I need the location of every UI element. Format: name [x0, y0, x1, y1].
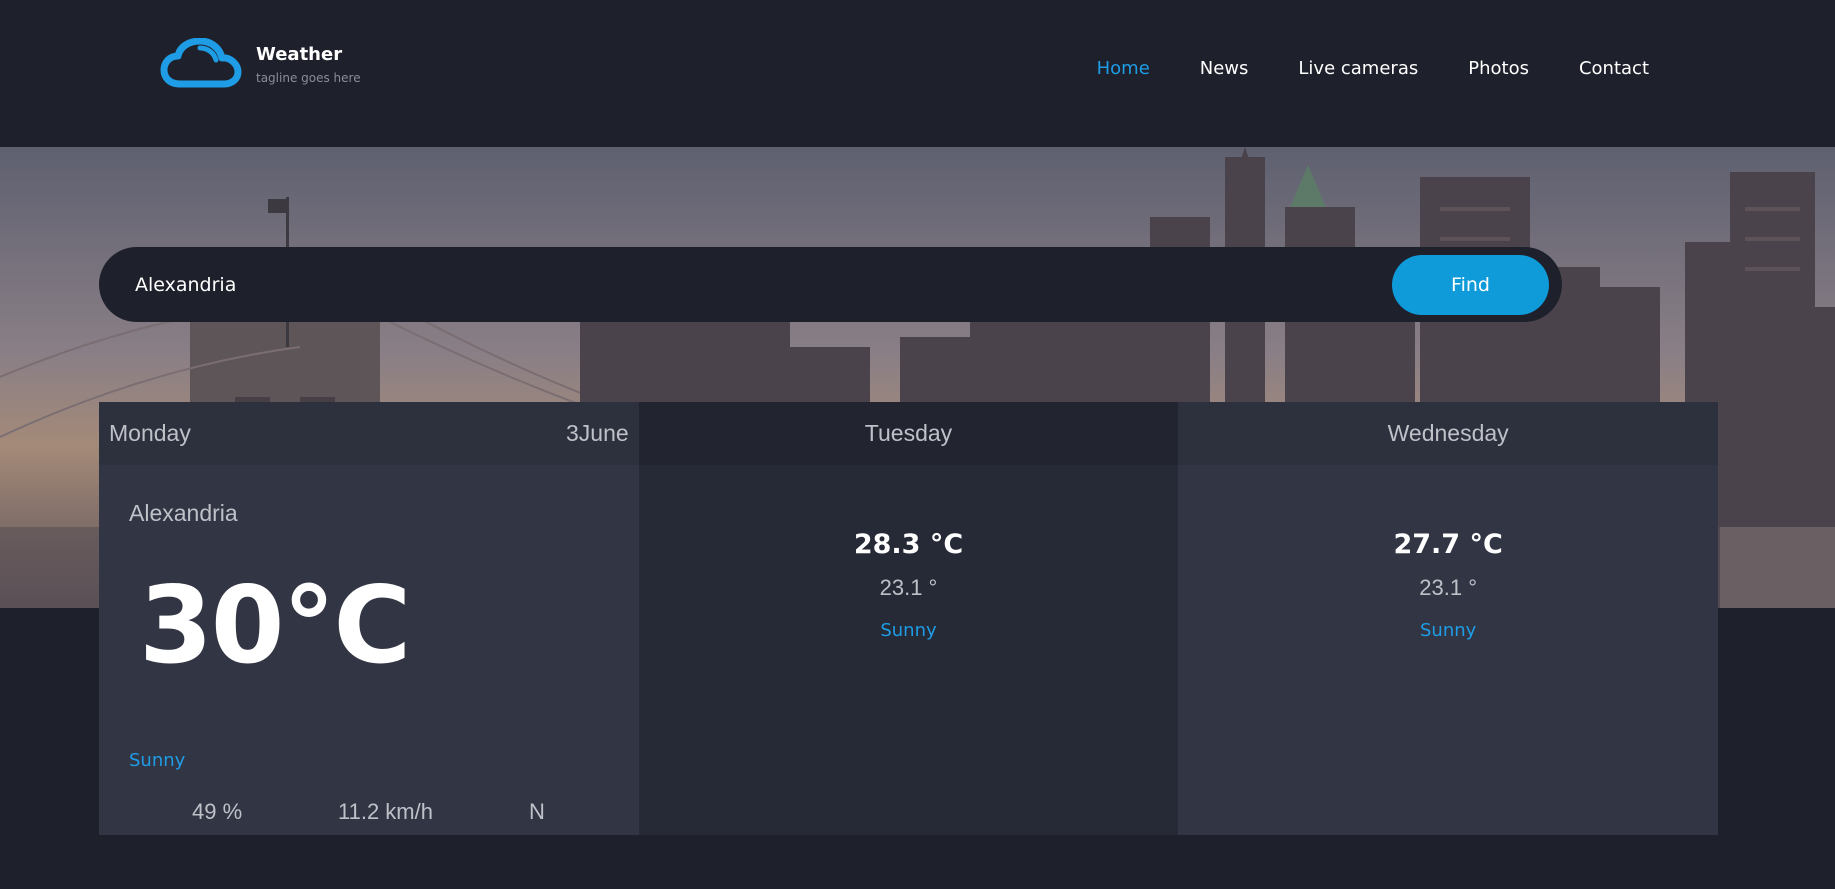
forecast-day-tuesday: Tuesday 28.3 °C 23.1 ° Sunny: [638, 402, 1179, 835]
forecast-table: Monday 3June Alexandria 30°C Sunny 49 % …: [99, 402, 1718, 835]
today-temperature: 30°C: [139, 564, 411, 687]
search-bar: Find: [99, 247, 1562, 322]
site-header: Weather tagline goes here Home News Live…: [0, 0, 1835, 147]
wind-speed-value: 11.2 km/h: [338, 799, 433, 824]
nav-contact[interactable]: Contact: [1579, 58, 1649, 79]
cloud-icon: [160, 37, 242, 95]
site-tagline: tagline goes here: [256, 71, 361, 85]
wind-direction-value: N: [529, 799, 545, 824]
forecast-today-header: Monday 3June: [99, 402, 639, 465]
low-temperature: 23.1 °: [1419, 575, 1477, 600]
forecast-day-header: Tuesday: [638, 402, 1179, 465]
forecast-day-wednesday: Wednesday 27.7 °C 23.1 ° Sunny: [1178, 402, 1718, 835]
find-button[interactable]: Find: [1392, 255, 1549, 315]
condition: Sunny: [1419, 620, 1477, 641]
today-day: Monday: [109, 420, 191, 446]
nav-live-cameras[interactable]: Live cameras: [1298, 58, 1418, 79]
condition: Sunny: [880, 620, 937, 641]
nav-news[interactable]: News: [1200, 58, 1249, 79]
high-temperature: 28.3 °C: [853, 529, 964, 560]
today-location: Alexandria: [129, 500, 238, 526]
forecast-today: Monday 3June Alexandria 30°C Sunny 49 % …: [99, 402, 639, 835]
main-nav: Home News Live cameras Photos Contact: [1047, 58, 1649, 79]
forecast-day-header: Wednesday: [1178, 402, 1718, 465]
site-title: Weather: [256, 44, 343, 65]
today-date: 3June: [565, 420, 629, 446]
today-condition: Sunny: [129, 750, 186, 771]
nav-photos[interactable]: Photos: [1468, 58, 1529, 79]
low-temperature: 23.1 °: [879, 575, 938, 600]
high-temperature: 27.7 °C: [1393, 529, 1503, 560]
search-input[interactable]: [135, 265, 1335, 305]
nav-home[interactable]: Home: [1097, 58, 1150, 79]
logo[interactable]: Weather tagline goes here: [160, 37, 361, 95]
humidity-value: 49 %: [192, 799, 243, 824]
